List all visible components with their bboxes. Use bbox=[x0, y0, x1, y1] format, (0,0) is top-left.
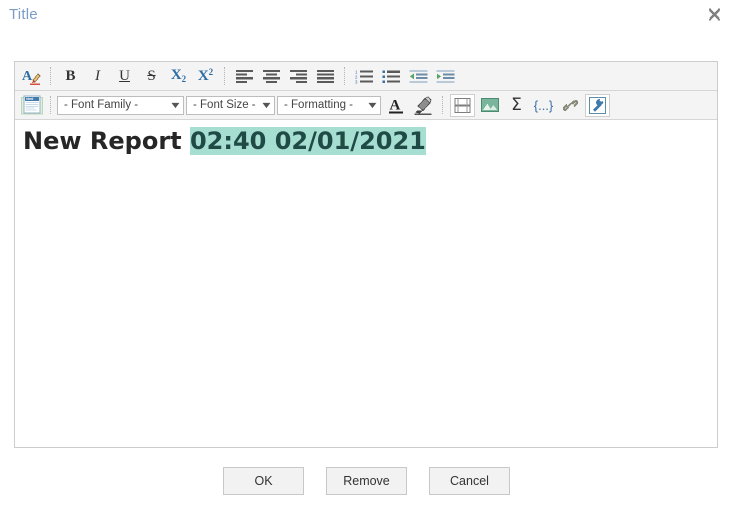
insert-link-button[interactable] bbox=[558, 94, 583, 117]
a-with-pen-icon: A bbox=[22, 69, 41, 85]
subscript-icon: X2 bbox=[170, 67, 187, 84]
align-center-button[interactable] bbox=[259, 65, 284, 88]
formatting-value: - Formatting - bbox=[284, 99, 354, 111]
link-chain-icon bbox=[562, 99, 579, 111]
table-icon bbox=[454, 97, 471, 113]
italic-button[interactable]: I bbox=[85, 65, 110, 88]
underline-icon: U bbox=[119, 67, 130, 84]
remove-button[interactable]: Remove bbox=[326, 467, 407, 495]
outdent-button[interactable] bbox=[406, 65, 431, 88]
strikethrough-button[interactable]: S bbox=[139, 65, 164, 88]
align-right-icon bbox=[290, 69, 307, 83]
editor-toolbar-row-1: A B I U S X2 X2 1 2 3 bbox=[15, 62, 717, 91]
align-justify-button[interactable] bbox=[313, 65, 338, 88]
toolbar-separator bbox=[442, 96, 444, 114]
superscript-icon: X2 bbox=[197, 67, 214, 84]
svg-text:3: 3 bbox=[355, 79, 358, 84]
dialog-footer: OK Remove Cancel bbox=[0, 467, 733, 495]
chevron-down-icon: ▼ bbox=[168, 100, 183, 110]
outdent-icon bbox=[409, 69, 428, 83]
toolbar-separator bbox=[50, 67, 52, 85]
chevron-down-icon: ▼ bbox=[259, 100, 274, 110]
underlined-a-icon: A bbox=[389, 97, 403, 113]
highlighter-pen-icon bbox=[414, 95, 432, 115]
font-color-picker[interactable]: A bbox=[19, 65, 44, 88]
insert-table-button[interactable] bbox=[450, 93, 475, 117]
toolbar-separator bbox=[224, 67, 226, 85]
subscript-button[interactable]: X2 bbox=[166, 65, 191, 88]
align-center-icon bbox=[263, 69, 280, 83]
svg-text:A: A bbox=[22, 69, 33, 84]
ordered-list-icon: 1 2 3 bbox=[355, 69, 373, 84]
page-title: Title bbox=[9, 6, 38, 23]
indent-icon bbox=[436, 69, 455, 83]
font-family-value: - Font Family - bbox=[64, 99, 139, 111]
align-right-button[interactable] bbox=[286, 65, 311, 88]
indent-button[interactable] bbox=[433, 65, 458, 88]
font-size-value: - Font Size - bbox=[193, 99, 256, 111]
editor-toolbar-row-2: html - Font Family - ▼ - Font Size - ▼ -… bbox=[15, 91, 717, 120]
font-size-select[interactable]: - Font Size - ▼ bbox=[186, 95, 275, 115]
highlight-color-button[interactable] bbox=[411, 94, 436, 117]
bold-icon: B bbox=[65, 67, 76, 84]
close-icon[interactable] bbox=[705, 5, 723, 23]
document-text-plain: New Report bbox=[23, 127, 190, 155]
align-left-icon bbox=[236, 69, 253, 83]
insert-image-button[interactable] bbox=[477, 94, 502, 117]
view-html-source-button[interactable]: html bbox=[19, 94, 44, 117]
tools-button[interactable] bbox=[585, 93, 610, 117]
insert-formula-button[interactable]: Σ bbox=[504, 94, 529, 117]
wrench-icon bbox=[589, 96, 606, 114]
sigma-icon: Σ bbox=[511, 94, 522, 115]
image-icon bbox=[480, 98, 499, 112]
toolbar-separator bbox=[344, 67, 346, 85]
numbered-list-button[interactable]: 1 2 3 bbox=[352, 65, 377, 88]
align-justify-icon bbox=[317, 69, 334, 83]
html-document-icon: html bbox=[20, 95, 43, 114]
unordered-list-icon bbox=[382, 70, 400, 83]
superscript-button[interactable]: X2 bbox=[193, 65, 218, 88]
italic-icon: I bbox=[95, 67, 100, 84]
bullet-list-button[interactable] bbox=[379, 65, 404, 88]
align-left-button[interactable] bbox=[232, 65, 257, 88]
underline-button[interactable]: U bbox=[112, 65, 137, 88]
svg-text:A: A bbox=[390, 97, 401, 113]
formatting-select[interactable]: - Formatting - ▼ bbox=[277, 95, 381, 115]
document-line: New Report 02:40 02/01/2021 bbox=[23, 126, 709, 156]
chevron-down-icon: ▼ bbox=[365, 100, 380, 110]
toolbar-separator bbox=[50, 96, 52, 114]
font-family-select[interactable]: - Font Family - ▼ bbox=[57, 95, 184, 115]
text-color-button[interactable]: A bbox=[384, 94, 409, 117]
strikethrough-icon: S bbox=[147, 67, 156, 84]
curly-braces-icon: {...} bbox=[533, 97, 554, 113]
bold-button[interactable]: B bbox=[58, 65, 83, 88]
rich-text-editor: A B I U S X2 X2 1 2 3 html - Font Family… bbox=[14, 61, 718, 448]
close-glyph bbox=[708, 7, 720, 21]
cancel-button[interactable]: Cancel bbox=[429, 467, 510, 495]
svg-text:html: html bbox=[26, 97, 33, 101]
dialog-header: Title bbox=[0, 0, 733, 40]
ok-button[interactable]: OK bbox=[223, 467, 304, 495]
document-text-selected: 02:40 02/01/2021 bbox=[189, 127, 426, 155]
editor-content-area[interactable]: New Report 02:40 02/01/2021 bbox=[15, 120, 717, 447]
insert-placeholder-button[interactable]: {...} bbox=[531, 94, 556, 117]
